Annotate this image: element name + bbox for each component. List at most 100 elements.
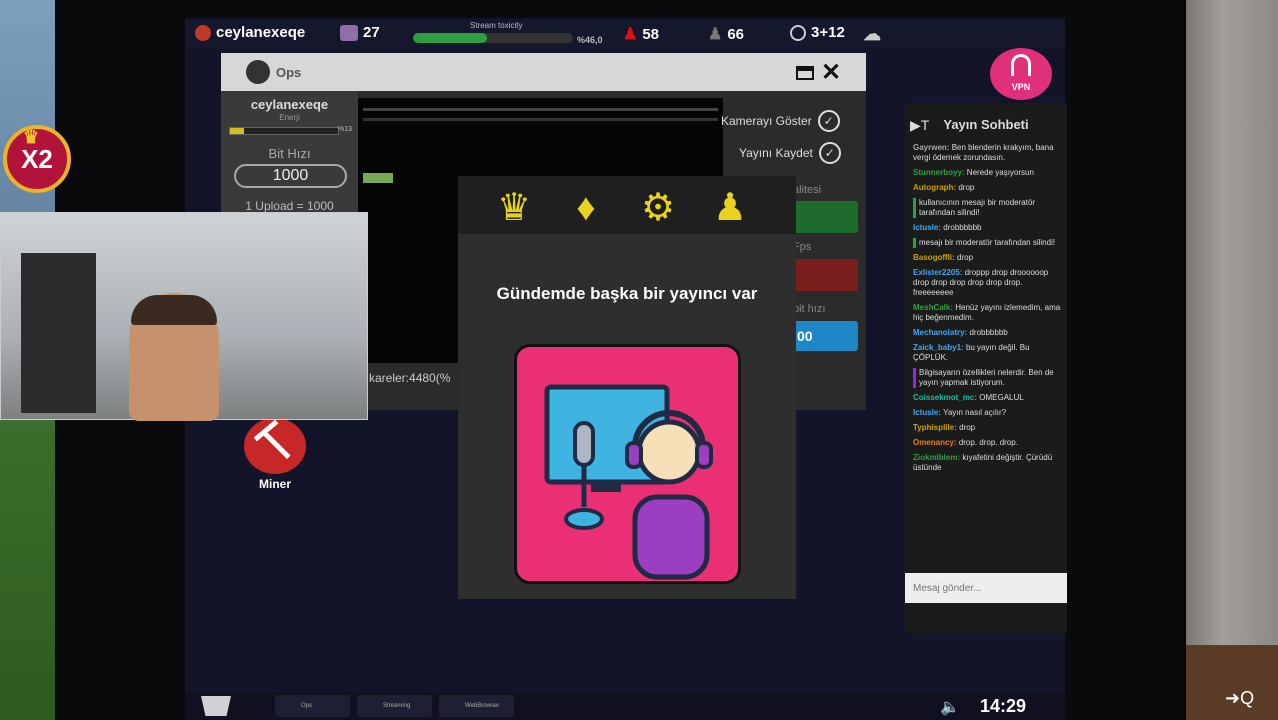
taskbar: Ops Streaming WebBrowser xyxy=(185,692,1065,720)
chat-text: mesajı bir moderatör tarafından silindi! xyxy=(919,238,1056,247)
window-title: Ops xyxy=(276,65,302,80)
show-camera-toggle[interactable]: Kamerayı Göster ✓ xyxy=(721,110,840,132)
chat-message: lctusle: drobbbbbb xyxy=(913,223,1063,233)
frames-counter: kareler:4480(% xyxy=(369,371,451,385)
chat-message: Coissekmot_mc: OMEGALUL xyxy=(913,393,1063,403)
chat-username[interactable]: Zaick_baby1: xyxy=(913,343,964,352)
channel-name: ceylanexeqe xyxy=(195,24,305,41)
room-wall-right xyxy=(1186,0,1278,720)
toxicity-label: Stream toxicity xyxy=(470,21,523,30)
chat-username[interactable]: Stunnerboyy: xyxy=(913,168,965,177)
chat-username[interactable]: Autograph: xyxy=(913,183,956,192)
chat-message: Autograph: drop xyxy=(913,183,1063,193)
exit-icon[interactable]: ➜Q xyxy=(1225,688,1254,709)
chat-message-input[interactable] xyxy=(905,573,1067,603)
panel-username: ceylanexeqe xyxy=(250,97,329,112)
energy-percent: %13 xyxy=(338,126,353,133)
chat-messages: Gayrwen: Ben blenderin krakyım, bana ver… xyxy=(913,143,1063,573)
chat-message: Mechanolatry: drobbbbbb xyxy=(913,328,1063,338)
chat-text: Nerede yaşıyorsun xyxy=(966,168,1034,177)
bitrate-right-value[interactable]: 00 xyxy=(793,321,858,351)
followers-stat: 27 xyxy=(340,24,380,41)
chat-message: Exlister2205: droppp drop droooooop drop… xyxy=(913,268,1063,298)
toxicity-bar xyxy=(413,33,573,43)
checkmark-icon: ✓ xyxy=(818,142,841,164)
clock-icon xyxy=(790,24,806,41)
gear-icon[interactable]: ⚙ xyxy=(636,186,680,230)
chat-text: OMEGALUL xyxy=(979,393,1024,402)
webcam-overlay xyxy=(0,212,368,421)
chat-username[interactable]: Gayrwen: xyxy=(913,143,949,152)
chat-text: drop xyxy=(957,253,974,262)
chat-message: Zaick_baby1: bu yayın değil. Bu ÇÖPLÜK. xyxy=(913,343,1063,363)
chat-username[interactable]: Typhisplile: xyxy=(913,423,957,432)
save-stream-toggle[interactable]: Yayını Kaydet ✓ xyxy=(739,142,841,164)
chat-username[interactable]: Basogoffli: xyxy=(913,253,955,262)
chat-text: drop xyxy=(958,183,975,192)
chat-text: drobbbbbb xyxy=(943,223,982,232)
chat-username[interactable]: Mechanolatry: xyxy=(913,328,967,337)
modal-message: Gündemde başka bir yayıncı var xyxy=(496,284,758,303)
chat-username[interactable]: Exlister2205: xyxy=(913,268,962,277)
chat-message: Stunnerboyy: Nerede yaşıyorsun xyxy=(913,168,1063,178)
quality-label: alitesi xyxy=(793,184,822,196)
close-button[interactable]: ✕ xyxy=(821,58,841,87)
cat-icon xyxy=(340,24,358,41)
podcast-streamer-icon xyxy=(544,384,713,580)
chat-message: kullanıcının mesajı bir moderatör tarafı… xyxy=(913,198,1063,218)
chat-message: Gayrwen: Ben blenderin krakyım, bana ver… xyxy=(913,143,1063,163)
stream-chat-panel: ▶T Yayın Sohbeti Gayrwen: Ben blenderin … xyxy=(905,103,1067,633)
channel-username: ceylanexeqe xyxy=(216,24,306,41)
start-menu-icon[interactable] xyxy=(201,696,231,716)
viewers-stat: ♟ 66 xyxy=(708,25,745,44)
bird-icon[interactable]: ♦ xyxy=(564,186,608,230)
subscribers-stat: ♟ 58 xyxy=(623,25,660,44)
chat-message: mesajı bir moderatör tarafından silindi! xyxy=(913,238,1063,248)
chat-text: drop. drop. drop. xyxy=(958,438,1018,447)
taskbar-app-webbrowser[interactable]: WebBrowser xyxy=(439,695,514,717)
bitrate-input[interactable]: 1000 xyxy=(234,164,347,188)
chat-username[interactable]: lctusle: xyxy=(913,223,941,232)
chat-title: Yayın Sohbeti xyxy=(943,117,1029,132)
person-gray-icon: ♟ xyxy=(708,26,723,43)
chat-text: drobbbbbb xyxy=(969,328,1008,337)
window-titlebar[interactable]: Ops ✕ xyxy=(221,53,866,91)
stream-timer: 3+12 xyxy=(790,24,845,41)
fps-select[interactable] xyxy=(793,259,858,291)
toxicity-fill xyxy=(413,33,487,43)
energy-label: Enerji xyxy=(279,113,300,122)
volume-icon[interactable]: 🔈 xyxy=(940,697,960,717)
person-red-icon: ♟ xyxy=(623,26,638,43)
cloud-icon[interactable]: ☁ xyxy=(863,24,881,45)
energy-bar xyxy=(229,127,339,135)
chat-username[interactable]: Coissekmot_mc: xyxy=(913,393,977,402)
vpn-button[interactable]: VPN xyxy=(990,48,1052,100)
streamer-busy-modal: ♛ ♦ ⚙ ♟ Gündemde başka bir yayıncı var xyxy=(458,176,796,599)
taskbar-clock: 14:29 xyxy=(980,696,1027,716)
taskbar-app-ops[interactable]: Ops xyxy=(275,695,350,717)
checkmark-icon: ✓ xyxy=(817,110,840,132)
chat-text: Bilgisayarın özellikleri nelerdir. Ben d… xyxy=(919,368,1054,387)
chat-username[interactable]: Ziokmlblem: xyxy=(913,453,960,462)
lock-icon xyxy=(1011,54,1031,76)
chat-message: Bilgisayarın özellikleri nelerdir. Ben d… xyxy=(913,368,1063,388)
minimize-button[interactable] xyxy=(796,66,814,80)
bitrate-right-label: bit hızı xyxy=(793,303,826,315)
ops-logo-icon xyxy=(246,60,270,84)
jester-icon[interactable]: ♛ xyxy=(492,186,536,230)
chat-username[interactable]: MeshCalk: xyxy=(913,303,953,312)
quality-select[interactable] xyxy=(793,201,858,233)
pickaxe-icon[interactable] xyxy=(244,418,306,474)
chat-message: Typhisplile: drop xyxy=(913,423,1063,433)
chat-message: Omenancy: drop. drop. drop. xyxy=(913,438,1063,448)
modal-icon-bar: ♛ ♦ ⚙ ♟ xyxy=(458,176,796,234)
chat-message: lctusle: Yayın nasıl açılır? xyxy=(913,408,1063,418)
x2-multiplier-badge: ♛ X2 xyxy=(3,125,71,193)
chat-message: Ziokmlblem: kıyafetini değiştir. Çürüdü … xyxy=(913,453,1063,473)
taskbar-app-streaming[interactable]: Streaming xyxy=(357,695,432,717)
chat-text: Yayın nasıl açılır? xyxy=(943,408,1007,417)
chat-username[interactable]: Omenancy: xyxy=(913,438,957,447)
chat-username[interactable]: lctusle: xyxy=(913,408,941,417)
user-icon[interactable]: ♟ xyxy=(708,186,752,230)
upload-info: 1 Upload = 1000 xyxy=(245,199,334,213)
